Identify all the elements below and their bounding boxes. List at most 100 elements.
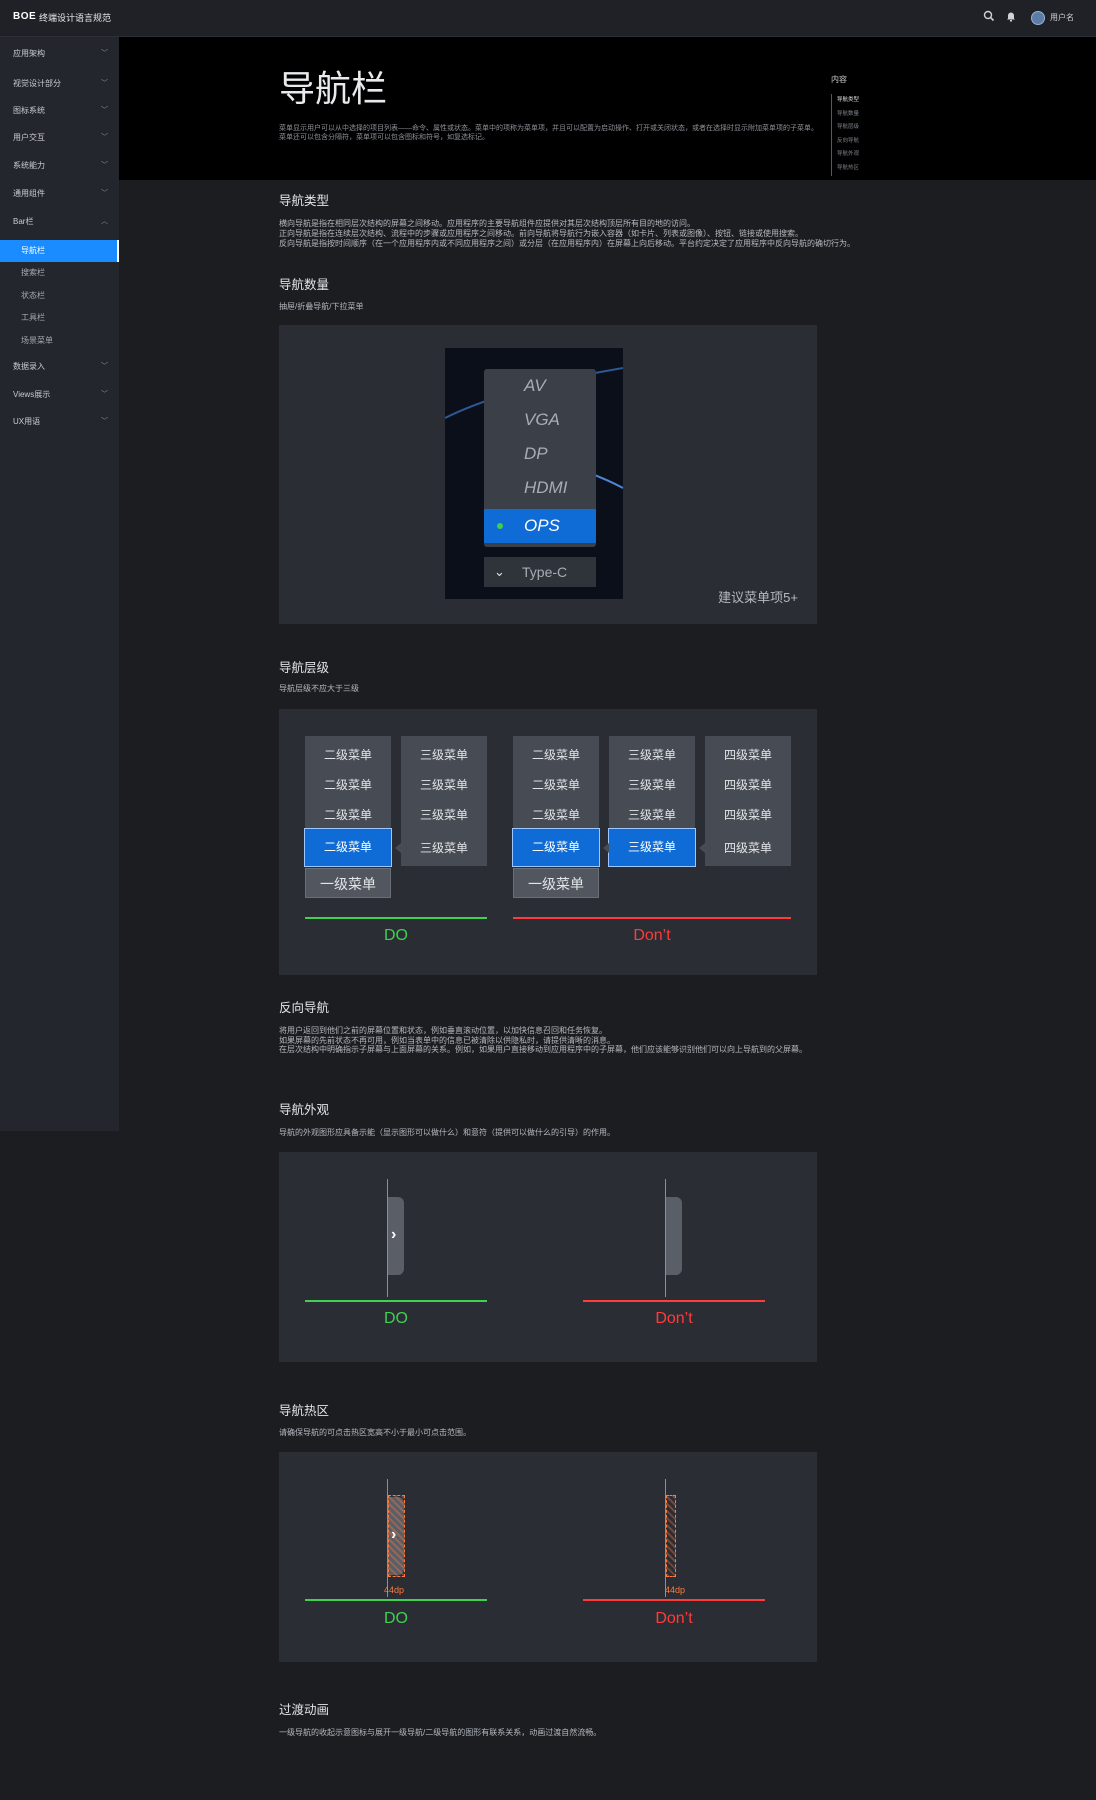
page-title: 导航栏 <box>279 68 388 109</box>
appearance-example-panel: › DO Don’t <box>279 1152 817 1362</box>
toc-item[interactable]: 导航数量 <box>832 108 891 122</box>
sidebar-item-views[interactable]: Views展示 ﹀ <box>0 383 119 407</box>
menu-level1[interactable]: 一级菜单 <box>513 868 599 898</box>
sidebar-subitem-navbar[interactable]: 导航栏 <box>0 240 119 262</box>
dropdown-menu: AV VGA DP HDMI OPS <box>484 369 596 547</box>
sidebar-item-components[interactable]: 通用组件 ﹀ <box>0 182 119 206</box>
dont-label: Don’t <box>633 927 671 944</box>
bell-icon[interactable] <box>1004 10 1018 24</box>
hotzone-size-label: 44dp <box>384 1585 405 1595</box>
menu-cell[interactable]: 二级菜单 <box>513 770 599 800</box>
back-tab-no-icon[interactable] <box>666 1197 682 1275</box>
menu-cell[interactable]: 二级菜单 <box>305 770 391 800</box>
sidebar-subitem-scene-menu[interactable]: 场景菜单 <box>0 330 119 352</box>
menu-cell[interactable]: 三级菜单 <box>401 800 487 830</box>
logo[interactable]: BOE <box>13 11 36 22</box>
menu-item-dp[interactable]: DP <box>484 437 596 471</box>
menu-cell[interactable]: 四级菜单 <box>705 740 791 770</box>
dont-line <box>583 1599 765 1601</box>
section-text-types-3: 反向导航是指按时间顺序（在一个应用程序内或不同应用程序之间）或分层（在应用程序内… <box>279 239 855 248</box>
menu-cell[interactable]: 四级菜单 <box>705 770 791 800</box>
menu-item-av[interactable]: AV <box>484 369 596 403</box>
menu-cell[interactable]: 三级菜单 <box>401 833 487 863</box>
toc-item[interactable]: 导航层级 <box>832 121 891 135</box>
sidebar-item-label: Views展示 <box>13 390 51 399</box>
sidebar-item-bar[interactable]: Bar栏 ︿ <box>0 210 119 234</box>
menu-count-hint: 建议菜单项5+ <box>718 590 798 605</box>
sidebar-subitem-searchbar[interactable]: 搜索栏 <box>0 262 119 284</box>
section-subtitle-count: 抽屉/折叠导航/下拉菜单 <box>279 302 364 311</box>
pointer-arrow <box>395 843 401 853</box>
menu-cell-selected[interactable]: 三级菜单 <box>608 828 696 867</box>
menu-item-vga[interactable]: VGA <box>484 403 596 437</box>
site-title[interactable]: 终端设计语言规范 <box>39 11 111 24</box>
menu-cell-selected[interactable]: 二级菜单 <box>512 828 600 867</box>
search-icon[interactable] <box>982 10 996 24</box>
section-text-types-1: 横向导航是指在相同层次结构的屏幕之间移动。应用程序的主要导航组件应提供对其层次结… <box>279 219 695 228</box>
sidebar-item-label: 应用架构 <box>13 49 45 58</box>
toc-item[interactable]: 反向导航 <box>832 135 891 149</box>
dont-label: Don’t <box>655 1610 693 1627</box>
menu-cell[interactable]: 三级菜单 <box>609 800 695 830</box>
levels-example-panel: 二级菜单 二级菜单 二级菜单 二级菜单 三级菜单 三级菜单 三级菜单 三级菜单 … <box>279 709 817 975</box>
sidebar-item-visual[interactable]: 视觉设计部分 ﹀ <box>0 72 119 96</box>
sidebar-item-ux-terms[interactable]: UX用语 ﹀ <box>0 410 119 434</box>
avatar[interactable] <box>1031 11 1045 25</box>
menu-cell[interactable]: 二级菜单 <box>305 800 391 830</box>
sidebar-item-system[interactable]: 系统能力 ﹀ <box>0 154 119 178</box>
toc-item[interactable]: 导航外观 <box>832 148 891 162</box>
menu-column-level4: 四级菜单 四级菜单 四级菜单 四级菜单 <box>699 736 791 866</box>
top-bar: BOE 终端设计语言规范 用户名 <box>0 0 1096 37</box>
do-line <box>305 1599 487 1601</box>
toc-item[interactable]: 导航热区 <box>832 162 891 176</box>
section-subtitle-animation: 一级导航的收起示意图标与展开一级导航/二级导航的图形有联系关系，动画过渡自然流畅… <box>279 1728 602 1737</box>
sidebar-item-data-entry[interactable]: 数据录入 ﹀ <box>0 355 119 379</box>
sidebar-subitem-label: 导航栏 <box>21 246 45 255</box>
sidebar-item-label: 视觉设计部分 <box>13 79 61 88</box>
do-line <box>305 1300 487 1302</box>
menu-cell[interactable]: 四级菜单 <box>705 833 791 863</box>
menu-cell-selected[interactable]: 二级菜单 <box>304 828 392 867</box>
do-label: DO <box>384 1310 408 1327</box>
sidebar-item-label: 数据录入 <box>13 362 45 371</box>
sidebar-item-label: 用户交互 <box>13 133 45 142</box>
menu-cell[interactable]: 三级菜单 <box>401 770 487 800</box>
sidebar-item-icons[interactable]: 图标系统 ﹀ <box>0 99 119 123</box>
menu-item-hdmi[interactable]: HDMI <box>484 471 596 505</box>
user-name[interactable]: 用户名 <box>1050 12 1074 23</box>
hotzone-area-small <box>666 1495 676 1577</box>
menu-cell[interactable]: 三级菜单 <box>609 770 695 800</box>
menu-cell[interactable]: 三级菜单 <box>401 740 487 770</box>
menu-cell[interactable]: 三级菜单 <box>609 740 695 770</box>
toc-item[interactable]: 导航类型 <box>832 94 891 108</box>
menu-item-ops[interactable]: OPS <box>484 509 596 543</box>
chevron-down-icon: ﹀ <box>101 418 108 425</box>
chevron-down-icon: ﹀ <box>101 162 108 169</box>
do-label: DO <box>384 927 408 944</box>
menu-column-level3: 三级菜单 三级菜单 三级菜单 三级菜单 <box>395 736 487 866</box>
chevron-right-icon: › <box>391 1526 397 1543</box>
sidebar-item-app-arch[interactable]: 应用架构 ﹀ <box>0 42 119 66</box>
dropdown-trigger[interactable]: ⌄ Type-C <box>484 557 596 587</box>
section-title-count: 导航数量 <box>279 278 330 292</box>
section-title-back: 反向导航 <box>279 1001 330 1015</box>
section-title-types: 导航类型 <box>279 194 330 208</box>
hero-banner <box>119 37 1096 180</box>
sidebar-item-label: 系统能力 <box>13 161 45 170</box>
menu-cell[interactable]: 四级菜单 <box>705 800 791 830</box>
sidebar-item-label: 通用组件 <box>13 189 45 198</box>
pointer-arrow <box>699 843 705 853</box>
menu-cell[interactable]: 二级菜单 <box>305 740 391 770</box>
sidebar-item-interaction[interactable]: 用户交互 ﹀ <box>0 126 119 150</box>
sidebar-subitem-label: 搜索栏 <box>21 268 45 277</box>
menu-cell[interactable]: 二级菜单 <box>513 800 599 830</box>
sidebar-subitem-statusbar[interactable]: 状态栏 <box>0 285 119 307</box>
dont-label: Don’t <box>655 1310 693 1327</box>
sidebar-subitem-toolbar[interactable]: 工具栏 <box>0 307 119 329</box>
hotzone-size-label: 44dp <box>665 1585 686 1595</box>
menu-cell[interactable]: 二级菜单 <box>513 740 599 770</box>
dropdown-screenshot: AV VGA DP HDMI OPS ⌄ Type-C <box>445 348 623 599</box>
section-title-levels: 导航层级 <box>279 661 330 675</box>
menu-level1[interactable]: 一级菜单 <box>305 868 391 898</box>
chevron-down-icon: ﹀ <box>101 80 108 87</box>
